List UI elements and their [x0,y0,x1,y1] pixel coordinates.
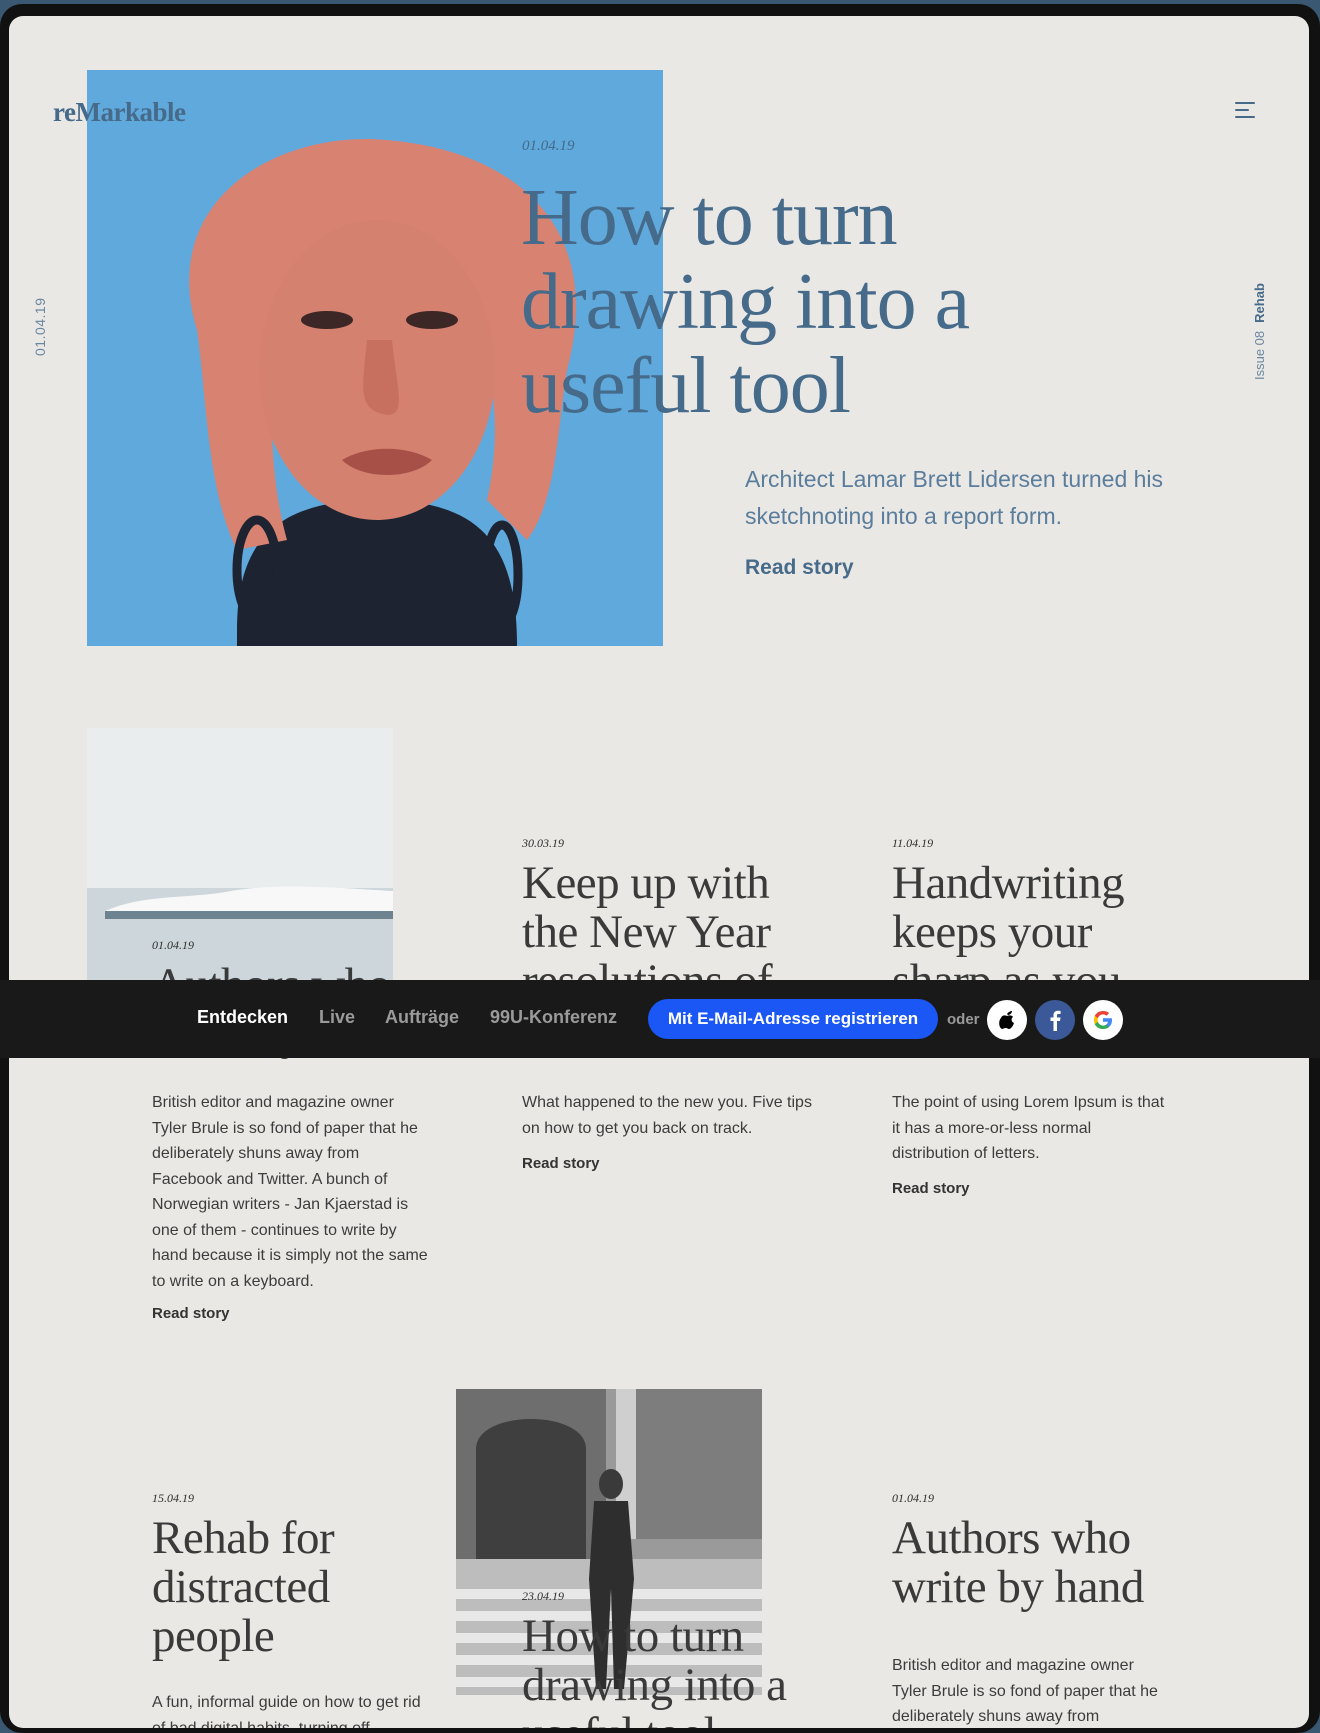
card-description: British editor and magazine owner Tyler … [152,1094,428,1290]
google-icon[interactable] [1083,1000,1123,1040]
card-title[interactable]: How to turn drawing into a useful tool [522,1612,822,1729]
card-description: What happened to the new you. Five tips … [522,1094,812,1137]
nav-live[interactable]: Live [319,1007,355,1028]
signup-bar: Entdecken Live Aufträge 99U-Konferenz Mi… [0,980,1320,1058]
card-description: The point of using Lorem Ipsum is that i… [892,1094,1165,1162]
or-label: oder [947,1011,980,1028]
nav-99u-konferenz[interactable]: 99U-Konferenz [490,1007,617,1028]
card-title[interactable]: Authors who write by hand [892,1514,1192,1612]
email-signup-button[interactable]: Mit E-Mail-Adresse registrieren [648,999,938,1039]
card-iceberg-image[interactable] [87,728,393,998]
card-date: 15.04.19 [152,1491,194,1505]
side-date: 01.04.19 [32,297,48,357]
card-date: 01.04.19 [152,938,194,952]
tablet-screen: reMarkable 01.04.19 Issue 08Rehab 01.04.… [9,16,1309,1728]
nav-auftraege[interactable]: Aufträge [385,1007,459,1028]
card-description: A fun, informal guide on how to get rid … [152,1694,421,1728]
card-description: British editor and magazine owner Tyler … [892,1657,1158,1725]
apple-icon[interactable] [987,1000,1027,1040]
card-date: 01.04.19 [892,1491,934,1505]
card-read-story-link[interactable]: Read story [522,1155,600,1172]
card-read-story-link[interactable]: Read story [892,1180,970,1197]
hamburger-menu-icon[interactable] [1235,100,1257,120]
hero-read-story-link[interactable]: Read story [745,556,854,580]
hero-title[interactable]: How to turn drawing into a useful tool [521,176,1081,428]
issue-label: Issue 08Rehab [1252,283,1267,380]
nav-entdecken[interactable]: Entdecken [197,1007,288,1028]
card-date: 11.04.19 [892,836,934,850]
facebook-icon[interactable] [1035,1000,1075,1040]
card-title[interactable]: Rehab for distracted people [152,1514,432,1661]
section-label: Rehab [1252,283,1267,323]
hero-description: Architect Lamar Brett Lidersen turned hi… [745,466,1164,529]
card-date: 30.03.19 [522,836,564,850]
card-date: 23.04.19 [522,1589,564,1603]
hero-date: 01.04.19 [522,138,575,154]
brand-logo[interactable]: reMarkable [53,97,186,128]
device-frame: reMarkable 01.04.19 Issue 08Rehab 01.04.… [0,4,1320,1733]
card-read-story-link[interactable]: Read story [152,1305,230,1322]
